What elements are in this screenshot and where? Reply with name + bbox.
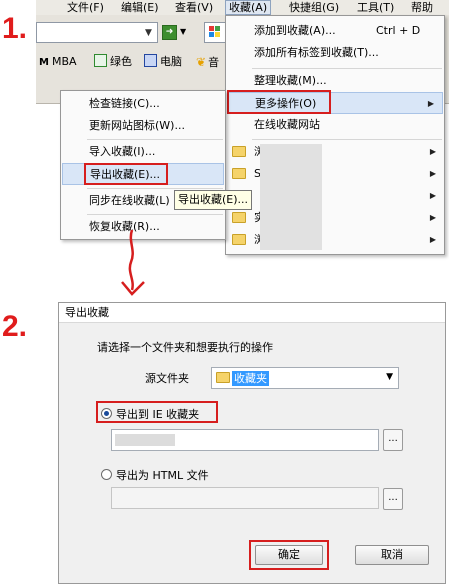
dialog-prompt: 请选择一个文件夹和想要执行的操作 <box>97 341 273 354</box>
highlight-ok <box>249 540 329 570</box>
address-bar[interactable]: ▼ <box>36 22 158 43</box>
folder-icon <box>232 146 246 157</box>
html-path-field[interactable] <box>111 487 379 509</box>
highlight-export-favorites <box>84 163 168 185</box>
favorites-folder[interactable]: 浏 ▶ <box>226 229 444 251</box>
option-export-html-label[interactable]: 导出为 HTML 文件 <box>116 467 209 483</box>
menu-edit[interactable]: 编辑(E) <box>118 0 162 15</box>
menu-separator <box>87 214 223 215</box>
menu-file[interactable]: 文件(F) <box>64 0 107 15</box>
menu-online-favorites[interactable]: 在线收藏网站 <box>226 114 444 136</box>
step-two-marker: 2. <box>2 310 28 343</box>
bookmark-mba[interactable]: M MBA <box>39 54 77 70</box>
submenu-arrow-icon: ▶ <box>429 235 436 244</box>
ie-path-field[interactable] <box>111 429 379 451</box>
menu-view[interactable]: 查看(V) <box>172 0 216 15</box>
submenu-arrow-icon: ▶ <box>427 99 434 108</box>
radio-export-html[interactable] <box>101 469 112 480</box>
menu-separator <box>252 139 442 140</box>
favorites-folder[interactable]: 浏 ▶ <box>226 141 444 163</box>
folder-icon <box>232 212 246 223</box>
mba-icon: M <box>39 57 49 68</box>
folder-icon <box>232 168 246 179</box>
chevron-down-icon[interactable]: ▼ <box>386 372 393 382</box>
favorites-folder[interactable]: S ▶ <box>226 163 444 185</box>
menu-update-site-icons[interactable]: 更新网站图标(W)... <box>61 115 225 137</box>
cancel-button[interactable]: 取消 <box>355 545 429 565</box>
menu-organize-favorites[interactable]: 整理收藏(M)... <box>226 70 444 92</box>
submenu-arrow-icon: ▶ <box>429 169 436 178</box>
music-icon: ❦ <box>196 55 207 69</box>
green-g-icon <box>94 54 107 67</box>
favorites-folder[interactable]: ▶ <box>226 185 444 207</box>
favorites-menu: 添加到收藏(A)... Ctrl + D 添加所有标签到收藏(T)... 整理收… <box>225 15 445 255</box>
menu-tools[interactable]: 工具(T) <box>354 0 397 15</box>
shortcut-ctrl-d: Ctrl + D <box>376 24 421 37</box>
menu-import-favorites[interactable]: 导入收藏(I)... <box>61 141 225 163</box>
menu-quick-group[interactable]: 快捷组(G) <box>286 0 342 15</box>
export-dialog: 导出收藏 请选择一个文件夹和想要执行的操作 源文件夹 收藏夹 ▼ 导出到 IE … <box>58 302 446 584</box>
address-dropdown-icon[interactable]: ▼ <box>145 28 152 38</box>
go-dropdown-icon[interactable]: ▼ <box>180 27 186 36</box>
highlight-export-ie <box>96 401 218 423</box>
submenu-arrow-icon: ▶ <box>429 147 436 156</box>
submenu-arrow-icon: ▶ <box>429 191 436 200</box>
redacted-path <box>115 434 175 446</box>
menu-add-all-tabs[interactable]: 添加所有标签到收藏(T)... <box>226 42 444 64</box>
highlight-more-actions <box>227 90 331 114</box>
tooltip: 导出收藏(E)... <box>174 190 253 210</box>
red-arrow-icon <box>121 229 145 296</box>
menu-check-links[interactable]: 检查链接(C)... <box>61 93 225 115</box>
menu-add-favorite[interactable]: 添加到收藏(A)... Ctrl + D <box>226 20 444 42</box>
submenu-arrow-icon: ▶ <box>429 213 436 222</box>
menu-separator <box>87 139 223 140</box>
menu-separator <box>252 68 442 69</box>
bookmarks-bar: M MBA 绿色 电脑 ❦ 音 <box>36 52 236 72</box>
folder-icon <box>232 234 246 245</box>
menu-separator <box>87 188 223 189</box>
step-one-marker: 1. <box>2 12 28 45</box>
source-folder-value: 收藏夹 <box>232 371 269 386</box>
go-icon[interactable]: ➜ <box>162 25 177 40</box>
computer-icon <box>144 54 157 67</box>
bookmark-computer[interactable]: 电脑 <box>144 54 182 70</box>
bookmark-music[interactable]: ❦ 音 <box>196 54 219 70</box>
dialog-title: 导出收藏 <box>59 303 445 323</box>
folder-icon <box>216 372 230 383</box>
source-folder-select[interactable]: 收藏夹 ▼ <box>211 367 399 389</box>
source-folder-label: 源文件夹 <box>145 372 189 385</box>
redacted-area <box>260 144 322 250</box>
search-engine-icon[interactable] <box>204 22 226 43</box>
menu-favorites[interactable]: 收藏(A) <box>225 0 272 15</box>
favorites-folder[interactable]: 实 ▶ <box>226 207 444 229</box>
browse-html-button[interactable]: ... <box>383 488 403 510</box>
browse-ie-button[interactable]: ... <box>383 429 403 451</box>
menu-bar: 文件(F) 编辑(E) 查看(V) 收藏(A) 快捷组(G) 工具(T) 帮助(… <box>36 0 449 29</box>
menu-help[interactable]: 帮助(H) <box>408 0 449 29</box>
bookmark-green[interactable]: 绿色 <box>94 54 132 70</box>
